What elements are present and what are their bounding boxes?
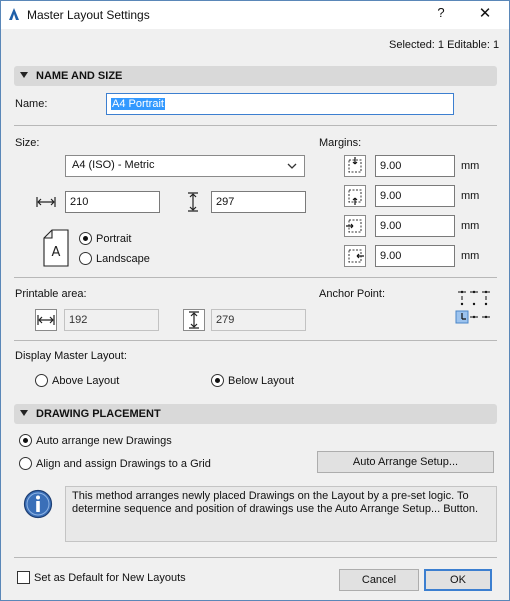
section-title: DRAWING PLACEMENT	[36, 408, 161, 420]
align-grid-label: Align and assign Drawings to a Grid	[36, 457, 211, 470]
above-layout-radio[interactable]: Above Layout	[35, 374, 119, 387]
size-dropdown[interactable]: A4 (ISO) - Metric	[65, 155, 305, 177]
width-icon	[36, 197, 56, 207]
below-layout-label: Below Layout	[228, 374, 295, 387]
title-bar: Master Layout Settings ? ✕	[1, 1, 509, 29]
auto-arrange-label: Auto arrange new Drawings	[36, 434, 172, 447]
margin-top-field[interactable]: 9.00	[375, 155, 455, 177]
margin-left-icon	[344, 215, 366, 237]
divider	[14, 557, 497, 558]
margin-bottom-icon	[344, 185, 366, 207]
auto-arrange-setup-button[interactable]: Auto Arrange Setup...	[317, 451, 494, 473]
name-label: Name:	[15, 98, 48, 110]
selection-status: Selected: 1 Editable: 1	[389, 39, 500, 51]
height-field[interactable]: 297	[211, 191, 306, 213]
section-drawing-placement[interactable]: DRAWING PLACEMENT	[14, 404, 497, 424]
width-field[interactable]: 210	[65, 191, 160, 213]
margin-bottom-unit: mm	[461, 190, 480, 202]
align-grid-radio[interactable]: Align and assign Drawings to a Grid	[19, 457, 211, 470]
size-label: Size:	[15, 137, 40, 149]
anchor-point-grid[interactable]	[455, 287, 493, 325]
printable-height-field: 279	[211, 309, 306, 331]
below-layout-radio[interactable]: Below Layout	[211, 374, 294, 387]
name-field[interactable]: A4 Portrait	[106, 93, 454, 115]
auto-arrange-radio[interactable]: Auto arrange new Drawings	[19, 434, 172, 447]
section-title: NAME AND SIZE	[36, 70, 123, 82]
margin-top-icon	[344, 155, 366, 177]
divider	[14, 340, 497, 341]
margin-top-unit: mm	[461, 160, 480, 172]
orientation-preview-letter: A	[52, 245, 61, 260]
margin-right-unit: mm	[461, 250, 480, 262]
margin-right-icon	[344, 245, 366, 267]
margin-bottom-field[interactable]: 9.00	[375, 185, 455, 207]
info-text-box: This method arranges newly placed Drawin…	[65, 486, 497, 542]
portrait-radio[interactable]: Portrait	[79, 232, 131, 245]
radio-dot	[79, 232, 92, 245]
set-default-label: Set as Default for New Layouts	[34, 571, 186, 584]
info-icon	[23, 489, 53, 519]
radio-dot	[35, 374, 48, 387]
radio-dot	[211, 374, 224, 387]
landscape-label: Landscape	[96, 252, 150, 265]
set-default-checkbox[interactable]: Set as Default for New Layouts	[17, 571, 186, 584]
printable-width-field: 192	[64, 309, 159, 331]
close-button[interactable]: ✕	[475, 4, 495, 22]
cancel-button[interactable]: Cancel	[339, 569, 419, 591]
chevron-down-icon	[287, 163, 297, 169]
radio-dot	[19, 457, 32, 470]
checkbox-box	[17, 571, 30, 584]
margins-label: Margins:	[319, 137, 362, 149]
window-title: Master Layout Settings	[27, 8, 150, 22]
dialog-window: Master Layout Settings ? ✕ Selected: 1 E…	[0, 0, 510, 601]
height-icon	[188, 192, 198, 212]
printable-height-icon	[183, 309, 205, 331]
above-layout-label: Above Layout	[52, 374, 120, 387]
display-master-label: Display Master Layout:	[15, 350, 127, 362]
name-value: A4 Portrait	[111, 98, 165, 110]
portrait-label: Portrait	[96, 232, 132, 245]
archicad-logo-icon	[9, 8, 19, 20]
landscape-radio[interactable]: Landscape	[79, 252, 150, 265]
printable-width-icon	[35, 309, 57, 331]
margin-left-unit: mm	[461, 220, 480, 232]
margin-right-field[interactable]: 9.00	[375, 245, 455, 267]
divider	[14, 277, 497, 278]
ok-button[interactable]: OK	[424, 569, 492, 591]
info-text: This method arranges newly placed Drawin…	[72, 490, 479, 515]
divider	[14, 125, 497, 126]
collapse-triangle-icon	[20, 410, 28, 416]
section-name-and-size[interactable]: NAME AND SIZE	[14, 66, 497, 86]
printable-area-label: Printable area:	[15, 288, 87, 300]
help-button[interactable]: ?	[433, 5, 449, 20]
collapse-triangle-icon	[20, 72, 28, 78]
radio-dot	[79, 252, 92, 265]
anchor-point-label: Anchor Point:	[319, 288, 386, 300]
page-orientation-icon: A	[43, 229, 69, 267]
margin-left-field[interactable]: 9.00	[375, 215, 455, 237]
size-value: A4 (ISO) - Metric	[72, 159, 155, 171]
radio-dot	[19, 434, 32, 447]
